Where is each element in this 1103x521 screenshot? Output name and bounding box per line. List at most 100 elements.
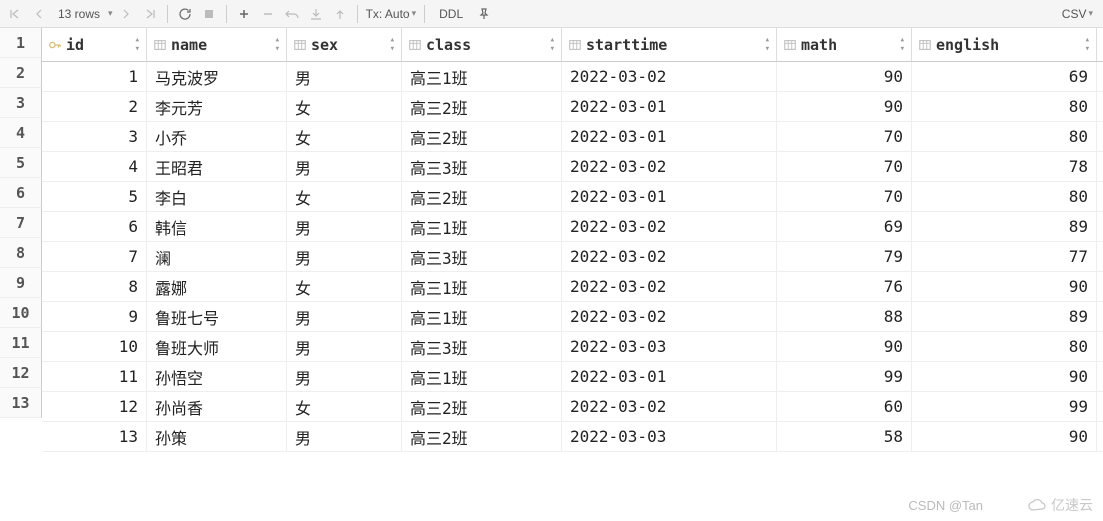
cell-starttime[interactable]: 2022-03-03 — [562, 422, 777, 451]
cell-starttime[interactable]: 2022-03-02 — [562, 62, 777, 91]
row-number[interactable]: 7 — [0, 208, 42, 238]
cell-sex[interactable]: 男 — [287, 212, 402, 241]
row-number[interactable]: 3 — [0, 88, 42, 118]
cell-id[interactable]: 1 — [42, 62, 147, 91]
column-header-class[interactable]: class▴▾ — [402, 28, 562, 61]
cell-math[interactable]: 99 — [777, 362, 912, 391]
cell-math[interactable]: 90 — [777, 62, 912, 91]
remove-row-button[interactable] — [257, 3, 279, 25]
cell-math[interactable]: 70 — [777, 122, 912, 151]
row-number[interactable]: 1 — [0, 28, 42, 58]
tx-mode-selector[interactable]: Tx: Auto▾ — [364, 7, 419, 21]
cell-math[interactable]: 70 — [777, 152, 912, 181]
cell-math[interactable]: 90 — [777, 332, 912, 361]
cell-math[interactable]: 58 — [777, 422, 912, 451]
cell-class[interactable]: 高三2班 — [402, 422, 562, 451]
cell-id[interactable]: 7 — [42, 242, 147, 271]
cell-math[interactable]: 90 — [777, 92, 912, 121]
cell-english[interactable]: 99 — [912, 392, 1097, 421]
prev-page-button[interactable] — [28, 3, 50, 25]
row-number[interactable]: 12 — [0, 358, 42, 388]
cell-id[interactable]: 9 — [42, 302, 147, 331]
cell-name[interactable]: 小乔 — [147, 122, 287, 151]
cell-class[interactable]: 高三3班 — [402, 332, 562, 361]
rollback-button[interactable] — [329, 3, 351, 25]
cell-sex[interactable]: 女 — [287, 182, 402, 211]
cell-class[interactable]: 高三2班 — [402, 182, 562, 211]
cell-name[interactable]: 鲁班七号 — [147, 302, 287, 331]
column-header-sex[interactable]: sex▴▾ — [287, 28, 402, 61]
cell-class[interactable]: 高三1班 — [402, 362, 562, 391]
cell-class[interactable]: 高三1班 — [402, 272, 562, 301]
stop-button[interactable] — [198, 3, 220, 25]
cell-english[interactable]: 90 — [912, 272, 1097, 301]
cell-id[interactable]: 12 — [42, 392, 147, 421]
cell-sex[interactable]: 男 — [287, 332, 402, 361]
cell-name[interactable]: 韩信 — [147, 212, 287, 241]
cell-sex[interactable]: 女 — [287, 392, 402, 421]
cell-sex[interactable]: 女 — [287, 122, 402, 151]
column-header-english[interactable]: english▴▾ — [912, 28, 1097, 61]
cell-id[interactable]: 8 — [42, 272, 147, 301]
cell-starttime[interactable]: 2022-03-02 — [562, 152, 777, 181]
cell-name[interactable]: 孙悟空 — [147, 362, 287, 391]
cell-starttime[interactable]: 2022-03-02 — [562, 242, 777, 271]
cell-english[interactable]: 80 — [912, 92, 1097, 121]
add-row-button[interactable] — [233, 3, 255, 25]
cell-class[interactable]: 高三2班 — [402, 122, 562, 151]
cell-math[interactable]: 79 — [777, 242, 912, 271]
cell-name[interactable]: 露娜 — [147, 272, 287, 301]
cell-starttime[interactable]: 2022-03-02 — [562, 392, 777, 421]
cell-math[interactable]: 69 — [777, 212, 912, 241]
cell-english[interactable]: 80 — [912, 332, 1097, 361]
column-header-id[interactable]: id▴▾ — [42, 28, 147, 61]
last-page-button[interactable] — [139, 3, 161, 25]
cell-id[interactable]: 10 — [42, 332, 147, 361]
next-page-button[interactable] — [115, 3, 137, 25]
first-page-button[interactable] — [4, 3, 26, 25]
cell-starttime[interactable]: 2022-03-02 — [562, 272, 777, 301]
cell-english[interactable]: 69 — [912, 62, 1097, 91]
cell-name[interactable]: 王昭君 — [147, 152, 287, 181]
refresh-button[interactable] — [174, 3, 196, 25]
cell-sex[interactable]: 男 — [287, 422, 402, 451]
cell-starttime[interactable]: 2022-03-01 — [562, 182, 777, 211]
cell-name[interactable]: 李元芳 — [147, 92, 287, 121]
export-format-selector[interactable]: CSV▾ — [1056, 7, 1099, 21]
cell-name[interactable]: 孙策 — [147, 422, 287, 451]
row-number[interactable]: 13 — [0, 388, 42, 418]
cell-starttime[interactable]: 2022-03-02 — [562, 302, 777, 331]
cell-class[interactable]: 高三1班 — [402, 212, 562, 241]
row-number[interactable]: 9 — [0, 268, 42, 298]
cell-class[interactable]: 高三3班 — [402, 152, 562, 181]
cell-english[interactable]: 80 — [912, 182, 1097, 211]
row-number[interactable]: 5 — [0, 148, 42, 178]
ddl-button[interactable]: DDL — [431, 4, 471, 24]
cell-english[interactable]: 80 — [912, 122, 1097, 151]
cell-id[interactable]: 4 — [42, 152, 147, 181]
cell-english[interactable]: 89 — [912, 302, 1097, 331]
cell-english[interactable]: 90 — [912, 362, 1097, 391]
cell-sex[interactable]: 男 — [287, 62, 402, 91]
cell-id[interactable]: 3 — [42, 122, 147, 151]
column-header-math[interactable]: math▴▾ — [777, 28, 912, 61]
cell-math[interactable]: 60 — [777, 392, 912, 421]
cell-class[interactable]: 高三1班 — [402, 302, 562, 331]
row-count-label[interactable]: 13 rows — [52, 7, 106, 21]
cell-english[interactable]: 89 — [912, 212, 1097, 241]
cell-sex[interactable]: 女 — [287, 92, 402, 121]
column-header-starttime[interactable]: starttime▴▾ — [562, 28, 777, 61]
cell-class[interactable]: 高三3班 — [402, 242, 562, 271]
cell-class[interactable]: 高三2班 — [402, 92, 562, 121]
cell-starttime[interactable]: 2022-03-01 — [562, 362, 777, 391]
cell-class[interactable]: 高三1班 — [402, 62, 562, 91]
cell-english[interactable]: 78 — [912, 152, 1097, 181]
cell-english[interactable]: 77 — [912, 242, 1097, 271]
cell-sex[interactable]: 女 — [287, 272, 402, 301]
commit-button[interactable] — [305, 3, 327, 25]
cell-sex[interactable]: 男 — [287, 362, 402, 391]
column-header-name[interactable]: name▴▾ — [147, 28, 287, 61]
cell-class[interactable]: 高三2班 — [402, 392, 562, 421]
row-number[interactable]: 6 — [0, 178, 42, 208]
cell-english[interactable]: 90 — [912, 422, 1097, 451]
